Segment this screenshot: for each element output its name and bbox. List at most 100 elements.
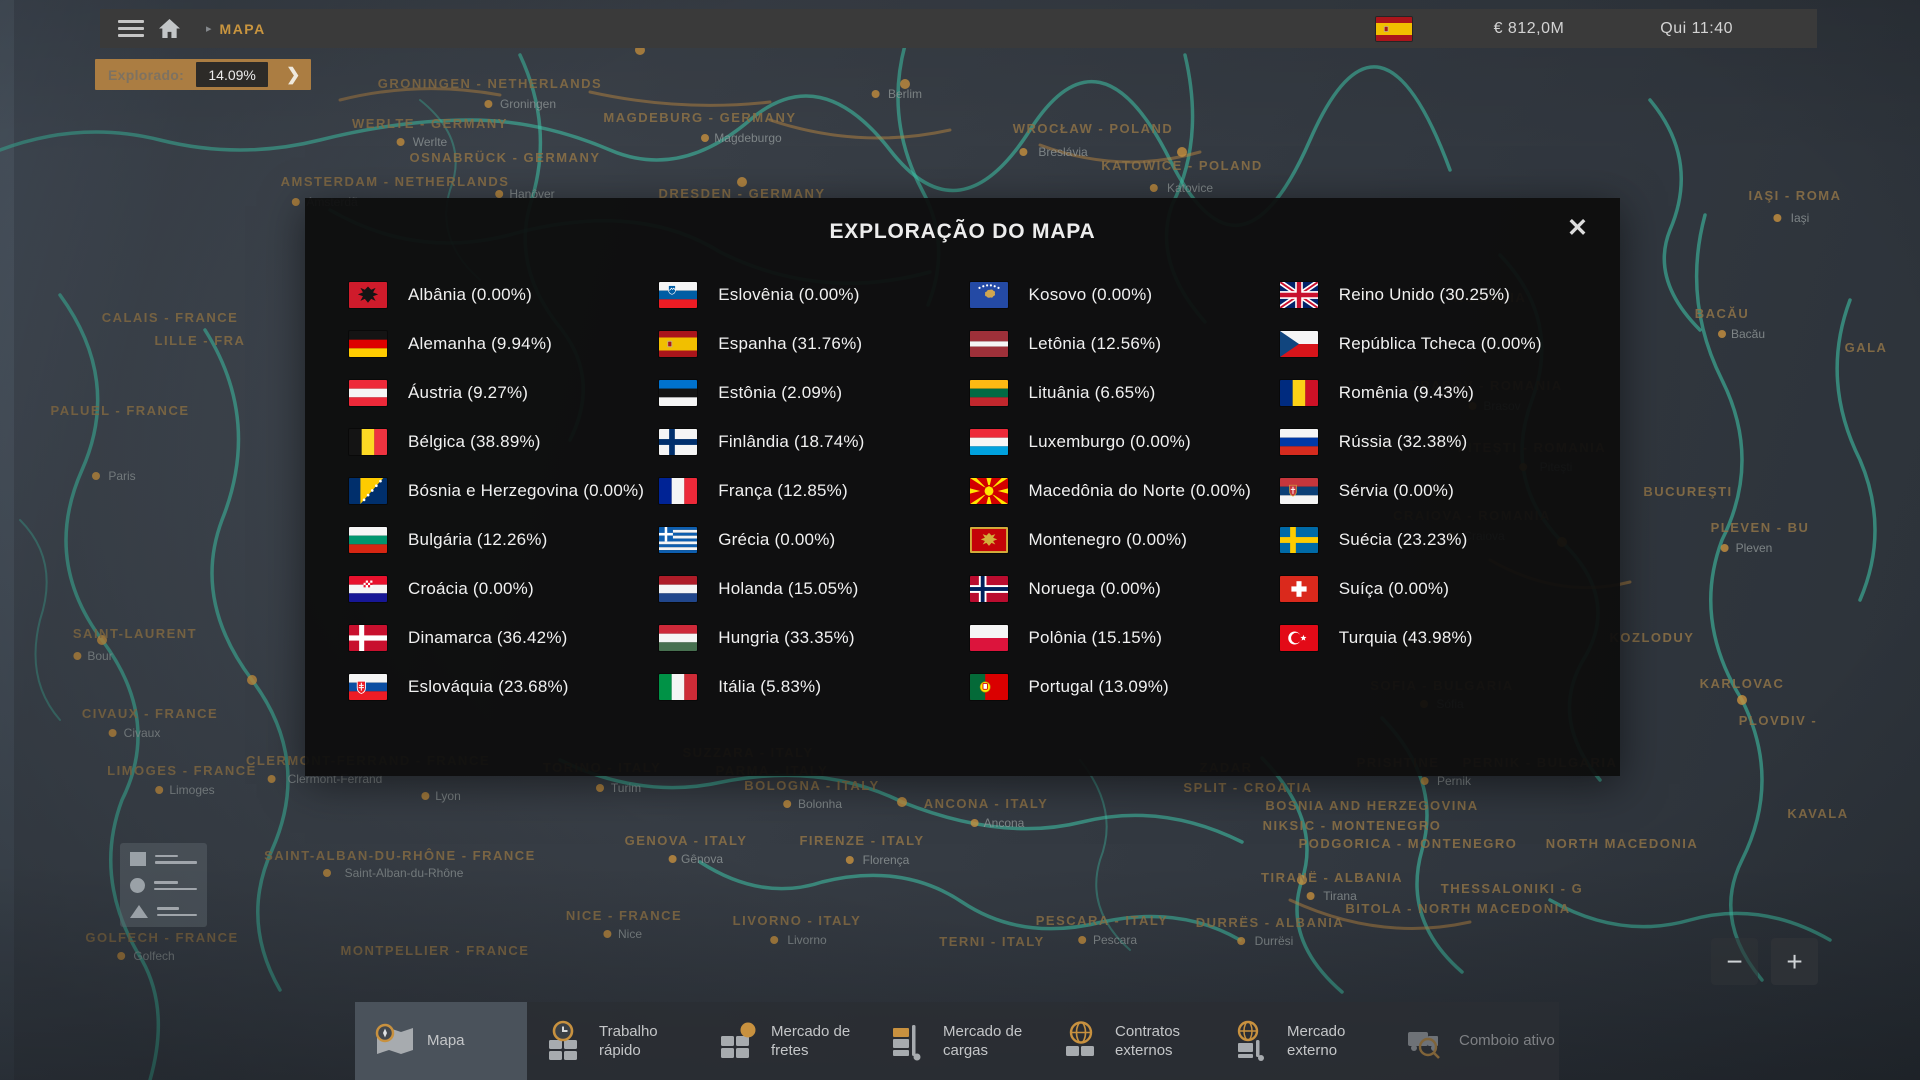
map-label: LILLE - FRA <box>155 333 246 348</box>
country-label: Turquia (43.98%) <box>1339 628 1473 648</box>
country-row: Reino Unido (30.25%) <box>1280 270 1590 319</box>
country-columns: Albânia (0.00%)Alemanha (9.94%)Áustria (… <box>349 270 1590 752</box>
italy-flag-icon <box>659 674 697 700</box>
city-dot <box>92 472 100 480</box>
toolbar-item-convoy[interactable]: Comboio ativo <box>1387 1002 1559 1080</box>
map-label: SPLIT - CROATIA <box>1183 780 1312 795</box>
map-label: Limoges <box>169 783 214 797</box>
explored-value: 14.09% <box>196 62 268 87</box>
country-label: Finlândia (18.74%) <box>718 432 864 452</box>
globe-grid-icon <box>1058 1020 1104 1062</box>
city-dot <box>397 138 405 146</box>
top-bar: ▸ MAPA € 812,0M Qui 11:40 <box>100 9 1817 48</box>
country-label: Montenegro (0.00%) <box>1029 530 1188 550</box>
country-label: Holanda (15.05%) <box>718 579 858 599</box>
country-row: Bélgica (38.89%) <box>349 417 659 466</box>
time-display: Qui 11:40 <box>1660 20 1733 38</box>
city-dot <box>155 786 163 794</box>
map-label: Golfech <box>133 949 174 963</box>
netherlands-flag-icon <box>659 576 697 602</box>
breadcrumb[interactable]: MAPA <box>220 21 266 37</box>
map-legend[interactable] <box>120 843 207 927</box>
map-label: Gênova <box>681 852 723 866</box>
map-label: Lyon <box>435 789 461 803</box>
map-label: NORTH MACEDONIA <box>1546 836 1699 851</box>
city-dot <box>701 134 709 142</box>
map-label: Groningen <box>500 97 556 111</box>
country-label: Hungria (33.35%) <box>718 628 854 648</box>
map-label: Paris <box>108 469 135 483</box>
country-row: Bulgária (12.26%) <box>349 515 659 564</box>
country-row: Itália (5.83%) <box>659 662 969 711</box>
denmark-flag-icon <box>349 625 387 651</box>
country-row: Hungria (33.35%) <box>659 613 969 662</box>
dialog-title: EXPLORAÇÃO DO MAPA <box>305 220 1620 244</box>
map-label: IAŞI - ROMA <box>1748 188 1841 203</box>
map-label: WERLTE - GERMANY <box>352 116 508 131</box>
map-label: Turim <box>611 781 641 795</box>
clock-grid-icon <box>542 1020 588 1062</box>
country-row: Romênia (9.43%) <box>1280 368 1590 417</box>
map-label: LIMOGES - FRANCE <box>107 763 257 778</box>
map-label: GOLFECH - FRANCE <box>85 930 238 945</box>
czech-flag-icon <box>1280 331 1318 357</box>
country-label: Bélgica (38.89%) <box>408 432 541 452</box>
country-column: Kosovo (0.00%)Letônia (12.56%)Lituânia (… <box>970 270 1280 752</box>
legend-triangle-icon <box>130 905 148 918</box>
country-label: França (12.85%) <box>718 481 848 501</box>
toolbar-item-clock-grid[interactable]: Trabalho rápido <box>527 1002 699 1080</box>
explored-label: Explorado: <box>108 67 184 83</box>
expand-chevron-icon[interactable]: ❯ <box>286 65 300 85</box>
city-dot <box>846 856 854 864</box>
map-label: PODGORICA - MONTENEGRO <box>1299 836 1518 851</box>
legend-square-icon <box>130 852 146 866</box>
map-label: KOZLODUY <box>1610 630 1695 645</box>
city-dot <box>1237 937 1245 945</box>
country-row: Luxemburgo (0.00%) <box>970 417 1280 466</box>
map-label: BOSNIA AND HERZEGOVINA <box>1265 798 1478 813</box>
explored-badge[interactable]: Explorado: 14.09% ❯ <box>95 59 311 90</box>
toolbar-item-freight-grid[interactable]: Mercado de fretes <box>699 1002 871 1080</box>
country-row: Suécia (23.23%) <box>1280 515 1590 564</box>
map-label: Iaşi <box>1791 211 1810 225</box>
toolbar-item-globe-trolley[interactable]: Mercado externo <box>1215 1002 1387 1080</box>
home-icon[interactable] <box>146 9 192 48</box>
city-dot <box>421 792 429 800</box>
map-label: NICE - FRANCE <box>566 908 682 923</box>
toolbar-item-map[interactable]: Mapa <box>355 1002 527 1080</box>
map-label: Civaux <box>124 726 161 740</box>
close-icon[interactable]: ✕ <box>1563 212 1592 245</box>
map-label: Pernik <box>1437 774 1472 788</box>
country-label: Rússia (32.38%) <box>1339 432 1468 452</box>
bosnia-flag-icon <box>349 478 387 504</box>
menu-icon[interactable] <box>100 9 146 48</box>
map-label: THESSALONIKI - G <box>1441 881 1583 896</box>
map-label: LIVORNO - ITALY <box>733 913 862 928</box>
country-row: Finlândia (18.74%) <box>659 417 969 466</box>
country-label: Croácia (0.00%) <box>408 579 534 599</box>
map-label: Pleven <box>1736 541 1773 555</box>
country-row: Croácia (0.00%) <box>349 564 659 613</box>
map-label: GENOVA - ITALY <box>625 833 748 848</box>
country-label: Grécia (0.00%) <box>718 530 835 550</box>
map-label: BOLOGNA - ITALY <box>744 778 879 793</box>
country-row: Polônia (15.15%) <box>970 613 1280 662</box>
map-label: SAINT-LAURENT <box>73 626 197 641</box>
map-label: Pescara <box>1093 933 1137 947</box>
zoom-in-button[interactable]: + <box>1771 938 1818 985</box>
toolbar-item-globe-grid[interactable]: Contratos externos <box>1043 1002 1215 1080</box>
country-column: Reino Unido (30.25%)República Tcheca (0.… <box>1280 270 1590 752</box>
estonia-flag-icon <box>659 380 697 406</box>
city-dot <box>1078 936 1086 944</box>
map-label: MONTPELLIER - FRANCE <box>341 943 530 958</box>
map-label: NIKSIC - MONTENEGRO <box>1263 818 1442 833</box>
city-dot <box>1307 892 1315 900</box>
country-row: Suíça (0.00%) <box>1280 564 1590 613</box>
country-row: Dinamarca (36.42%) <box>349 613 659 662</box>
country-label: Polônia (15.15%) <box>1029 628 1163 648</box>
toolbar-item-cargo-trolley[interactable]: Mercado de cargas <box>871 1002 1043 1080</box>
city-dot <box>603 930 611 938</box>
city-dot <box>770 936 778 944</box>
germany-flag-icon <box>349 331 387 357</box>
zoom-out-button[interactable]: − <box>1711 938 1758 985</box>
